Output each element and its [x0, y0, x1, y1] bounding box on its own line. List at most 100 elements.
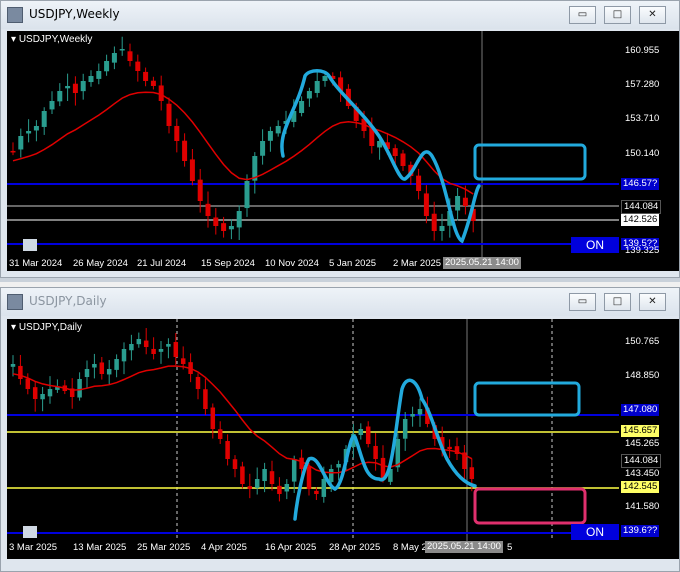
dropdown-arrow-icon[interactable]: ▾: [11, 34, 16, 45]
candle-body: [232, 459, 238, 469]
candle-body: [121, 349, 127, 362]
minimize-button[interactable]: ▭: [569, 293, 596, 311]
weekly-price-scale[interactable]: 160.955 157.280 153.710 150.140 146.57? …: [619, 31, 679, 257]
candle-body: [217, 429, 223, 439]
dropdown-arrow-icon[interactable]: ▾: [11, 322, 16, 333]
time-tick: 5 Jan 2025: [329, 258, 377, 269]
maximize-button[interactable]: □: [604, 6, 631, 24]
candle-body: [299, 457, 304, 469]
weekly-chart-canvas[interactable]: [7, 31, 619, 257]
chart-window-icon: [7, 294, 23, 310]
candle-body: [358, 429, 364, 436]
candle-body: [18, 365, 23, 379]
candle-body: [336, 464, 341, 468]
candle-body: [96, 71, 102, 79]
candle-body: [462, 197, 468, 206]
candle-body: [267, 131, 273, 141]
candle-body: [402, 419, 408, 439]
candle-body: [260, 141, 266, 156]
candle-body: [306, 91, 312, 99]
candle-body: [228, 226, 234, 230]
candle-body: [195, 376, 201, 389]
weekly-titlebar[interactable]: USDJPY,Weekly ▭ □ ✕: [1, 1, 679, 29]
time-tick: 2 Mar 2025: [393, 258, 442, 269]
daily-titlebar[interactable]: USDJPY,Daily ▭ □ ✕: [1, 288, 679, 316]
daily-price-scale[interactable]: 150.765 148.850 147.080 145.657 145.265 …: [619, 319, 679, 541]
candle-body: [65, 86, 71, 89]
candle-body: [275, 126, 281, 134]
minimize-button[interactable]: ▭: [569, 6, 596, 24]
daily-on-button[interactable]: ON: [571, 524, 619, 540]
daily-time-scale[interactable]: 3 Mar 2025 13 Mar 2025 25 Mar 2025 4 Apr…: [7, 541, 619, 555]
candle-body: [284, 484, 290, 492]
candle-body: [210, 407, 216, 429]
price-tick: 153.710: [625, 113, 660, 124]
candle-body: [41, 111, 47, 127]
weekly-chart-header: ▾ USDJPY,Weekly: [11, 34, 92, 45]
weekly-time-scale[interactable]: 31 Mar 2024 26 May 2024 21 Jul 2024 15 S…: [7, 257, 619, 271]
candle-body: [33, 126, 39, 131]
time-tick: 3 Mar 2025: [9, 542, 58, 553]
candle-body: [106, 369, 112, 375]
cursor-time-label: 2025.05.21 14:00: [425, 541, 503, 553]
candle-body: [439, 226, 445, 231]
time-tick: 25 Mar 2025: [137, 542, 191, 553]
maximize-button[interactable]: □: [604, 293, 631, 311]
daily-chart-header: ▾ USDJPY,Daily: [11, 322, 82, 333]
candle-body: [447, 446, 452, 449]
candle-body: [373, 445, 378, 459]
target-box: [473, 381, 581, 417]
time-tick: 28 Apr 2025: [329, 542, 381, 553]
daily-price-chart[interactable]: ▾ USDJPY,Daily 150.765 148.850 147.080 1…: [7, 319, 679, 559]
price-tick: 139.325: [625, 245, 660, 256]
candle-body: [77, 379, 82, 398]
candle-body: [277, 485, 282, 494]
time-tick: 16 Apr 2025: [265, 542, 317, 553]
candle-body: [262, 469, 267, 482]
candle-body: [321, 479, 327, 497]
candle-body: [57, 91, 63, 102]
close-button[interactable]: ✕: [639, 6, 666, 24]
candle-body: [240, 466, 245, 484]
price-tag-blue-line: 147.080: [621, 404, 660, 416]
candle-body: [213, 217, 219, 226]
downside-target-box: [473, 487, 587, 525]
candle-body: [158, 349, 164, 352]
candle-body: [26, 131, 32, 134]
candle-body: [80, 81, 86, 92]
candle-body: [469, 467, 475, 479]
daily-symbol-label: USDJPY,Daily: [18, 322, 82, 333]
candle-body: [111, 53, 117, 63]
scroll-icon: [23, 526, 37, 538]
price-tick: 150.765: [625, 336, 660, 347]
candle-body: [99, 362, 105, 374]
candle-body: [18, 136, 24, 150]
candle-body: [10, 364, 16, 367]
candle-body: [205, 203, 211, 216]
candle-body: [173, 342, 179, 357]
time-tick: 26 May 2024: [73, 258, 128, 269]
candle-body: [158, 85, 164, 101]
time-tick: 31 Mar 2024: [9, 258, 63, 269]
candle-body: [423, 193, 429, 216]
daily-chart-window[interactable]: USDJPY,Daily ▭ □ ✕ ▾ USDJPY,Daily 150.76…: [0, 287, 680, 572]
candle-body: [197, 179, 203, 201]
price-tick: 145.265: [625, 438, 660, 449]
time-tick: 13 Mar 2025: [73, 542, 127, 553]
candle-body: [47, 389, 53, 397]
candle-body: [136, 339, 142, 345]
weekly-price-chart[interactable]: ▾ USDJPY,Weekly 160.955 157.280 153.710 …: [7, 31, 679, 271]
candle-body: [84, 369, 90, 378]
weekly-on-button[interactable]: ON: [571, 237, 619, 253]
window-separator: [0, 278, 680, 282]
candle-body: [314, 490, 319, 494]
daily-chart-canvas[interactable]: [7, 319, 619, 541]
price-tag-yellow-upper: 145.657: [621, 425, 660, 437]
time-tick: 4 Apr 2025: [201, 542, 247, 553]
candle-body: [174, 125, 180, 141]
candle-body: [92, 364, 97, 368]
weekly-chart-window[interactable]: USDJPY,Weekly ▭ □ ✕ ▾ USDJPY,Weekly 160.…: [0, 0, 680, 278]
candle-body: [49, 101, 55, 110]
candle-body: [150, 80, 156, 86]
close-button[interactable]: ✕: [639, 293, 666, 311]
